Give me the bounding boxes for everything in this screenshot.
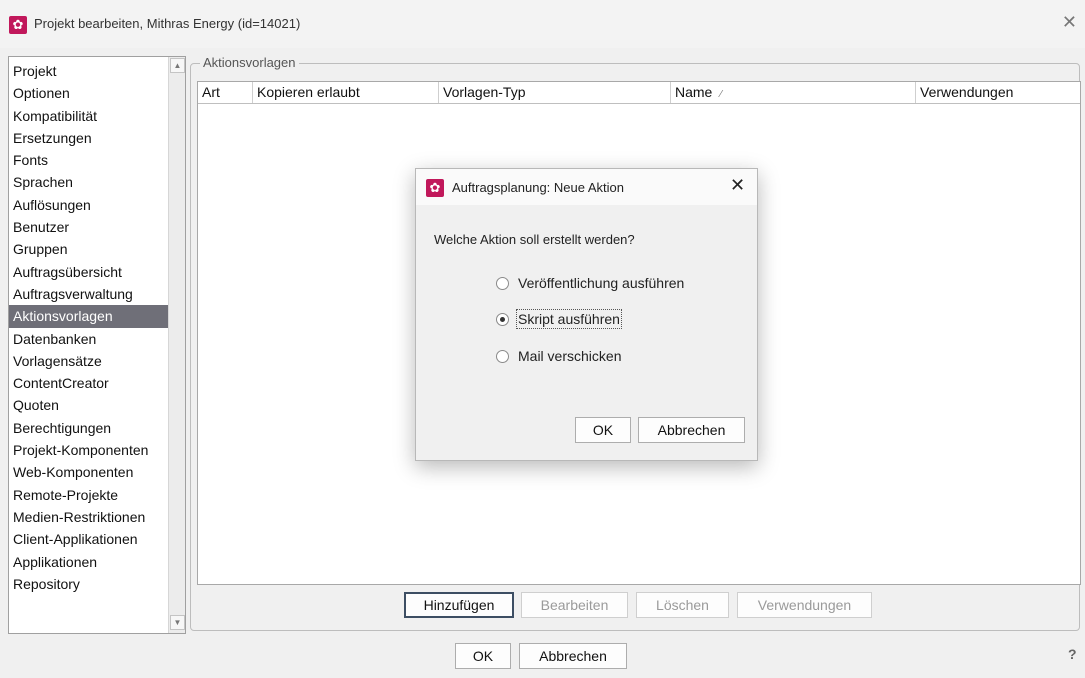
nav-item[interactable]: Quoten	[9, 394, 169, 416]
radio-button[interactable]	[496, 276, 509, 290]
nav-item[interactable]: Projekt-Komponenten	[9, 439, 169, 461]
add-button[interactable]: Hinzufügen	[404, 592, 514, 618]
cancel-button[interactable]: Abbrechen	[519, 643, 627, 669]
gear-logo-icon: ✿	[426, 179, 444, 197]
nav-item[interactable]: Gruppen	[9, 238, 169, 260]
nav-item-selected[interactable]: Aktionsvorlagen	[9, 305, 169, 328]
nav-item[interactable]: Auftragsverwaltung	[9, 283, 169, 305]
nav-item[interactable]: Projekt	[9, 60, 169, 82]
nav-item[interactable]: Client-Applikationen	[9, 528, 169, 550]
nav-item[interactable]: Berechtigungen	[9, 417, 169, 439]
nav-item[interactable]: Web-Komponenten	[9, 461, 169, 483]
nav-item[interactable]: Auftragsübersicht	[9, 261, 169, 283]
scroll-down-icon[interactable]: ▼	[170, 615, 185, 630]
window-titlebar: ✿ Projekt bearbeiten, Mithras Energy (id…	[0, 0, 1085, 48]
gear-logo-icon: ✿	[9, 16, 27, 34]
column-header-usages[interactable]: Verwendungen	[916, 82, 1080, 103]
scroll-up-icon[interactable]: ▲	[170, 58, 185, 73]
nav-item[interactable]: Sprachen	[9, 171, 169, 193]
radio-button[interactable]	[496, 349, 509, 363]
nav-scrollbar[interactable]: ▲ ▼	[168, 57, 185, 633]
radio-label: Skript ausführen	[516, 309, 622, 329]
nav-item[interactable]: Vorlagensätze	[9, 350, 169, 372]
dialog-question: Welche Aktion soll erstellt werden?	[434, 232, 635, 247]
column-header-copy-allowed[interactable]: Kopieren erlaubt	[253, 82, 439, 103]
edit-button[interactable]: Bearbeiten	[521, 592, 628, 618]
nav-item[interactable]: Repository	[9, 573, 169, 595]
delete-button[interactable]: Löschen	[636, 592, 729, 618]
radio-button-checked[interactable]	[496, 312, 509, 326]
dialog-cancel-button[interactable]: Abbrechen	[638, 417, 745, 443]
help-icon[interactable]: ?	[1068, 646, 1077, 662]
window-close-icon[interactable]: ✕	[1062, 12, 1077, 33]
dialog-title: Auftragsplanung: Neue Aktion	[452, 180, 625, 195]
column-header-art[interactable]: Art	[198, 82, 253, 103]
radio-option-publish[interactable]: Veröffentlichung ausführen	[496, 273, 685, 293]
ok-button[interactable]: OK	[455, 643, 511, 669]
radio-label: Veröffentlichung ausführen	[518, 275, 685, 291]
window-title: Projekt bearbeiten, Mithras Energy (id=1…	[34, 16, 301, 31]
nav-item[interactable]: Fonts	[9, 149, 169, 171]
nav-item[interactable]: ContentCreator	[9, 372, 169, 394]
column-header-name-label: Name	[675, 84, 713, 100]
nav-item[interactable]: Ersetzungen	[9, 127, 169, 149]
nav-item[interactable]: Remote-Projekte	[9, 484, 169, 506]
nav-item[interactable]: Benutzer	[9, 216, 169, 238]
dialog-ok-button[interactable]: OK	[575, 417, 631, 443]
project-settings-nav: Projekt Optionen Kompatibilität Ersetzun…	[8, 56, 186, 634]
radio-option-script[interactable]: Skript ausführen	[496, 309, 622, 329]
dialog-close-icon[interactable]: ✕	[730, 175, 745, 196]
table-header: Art Kopieren erlaubt Vorlagen-Typ Name ⁄…	[198, 82, 1080, 104]
nav-item[interactable]: Medien-Restriktionen	[9, 506, 169, 528]
nav-list: Projekt Optionen Kompatibilität Ersetzun…	[9, 60, 169, 595]
group-legend: Aktionsvorlagen	[200, 55, 299, 70]
dialog-titlebar: ✿ Auftragsplanung: Neue Aktion ✕	[416, 169, 757, 205]
column-header-name[interactable]: Name ⁄	[671, 82, 916, 103]
nav-item[interactable]: Optionen	[9, 82, 169, 104]
new-action-dialog: ✿ Auftragsplanung: Neue Aktion ✕ Welche …	[415, 168, 758, 461]
sort-ascending-icon: ⁄	[720, 89, 722, 100]
nav-item[interactable]: Kompatibilität	[9, 105, 169, 127]
column-header-template-type[interactable]: Vorlagen-Typ	[439, 82, 671, 103]
radio-label: Mail verschicken	[518, 348, 622, 364]
nav-item[interactable]: Applikationen	[9, 551, 169, 573]
usages-button[interactable]: Verwendungen	[737, 592, 872, 618]
radio-option-mail[interactable]: Mail verschicken	[496, 346, 622, 366]
nav-item[interactable]: Datenbanken	[9, 328, 169, 350]
nav-item[interactable]: Auflösungen	[9, 194, 169, 216]
